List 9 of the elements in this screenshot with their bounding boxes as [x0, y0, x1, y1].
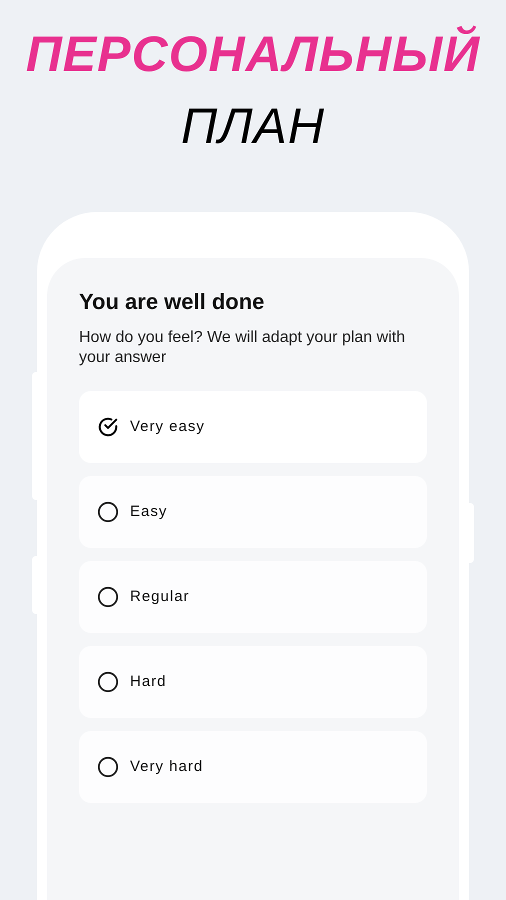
headline-text: ПЕРСОНАЛЬНЫЙ [26, 26, 480, 82]
answer-option[interactable]: Regular [79, 561, 427, 633]
screen-title: You are well done [79, 288, 266, 316]
answer-option[interactable]: Very hard [79, 731, 427, 803]
answer-option[interactable]: Hard [79, 646, 427, 718]
screen-subtitle: How do you feel? We will adapt your plan with your answer [79, 328, 406, 368]
headline-text: ПЛАН [181, 98, 325, 154]
answer-option[interactable]: Very easy [79, 391, 427, 463]
answer-option[interactable]: Easy [79, 476, 427, 548]
